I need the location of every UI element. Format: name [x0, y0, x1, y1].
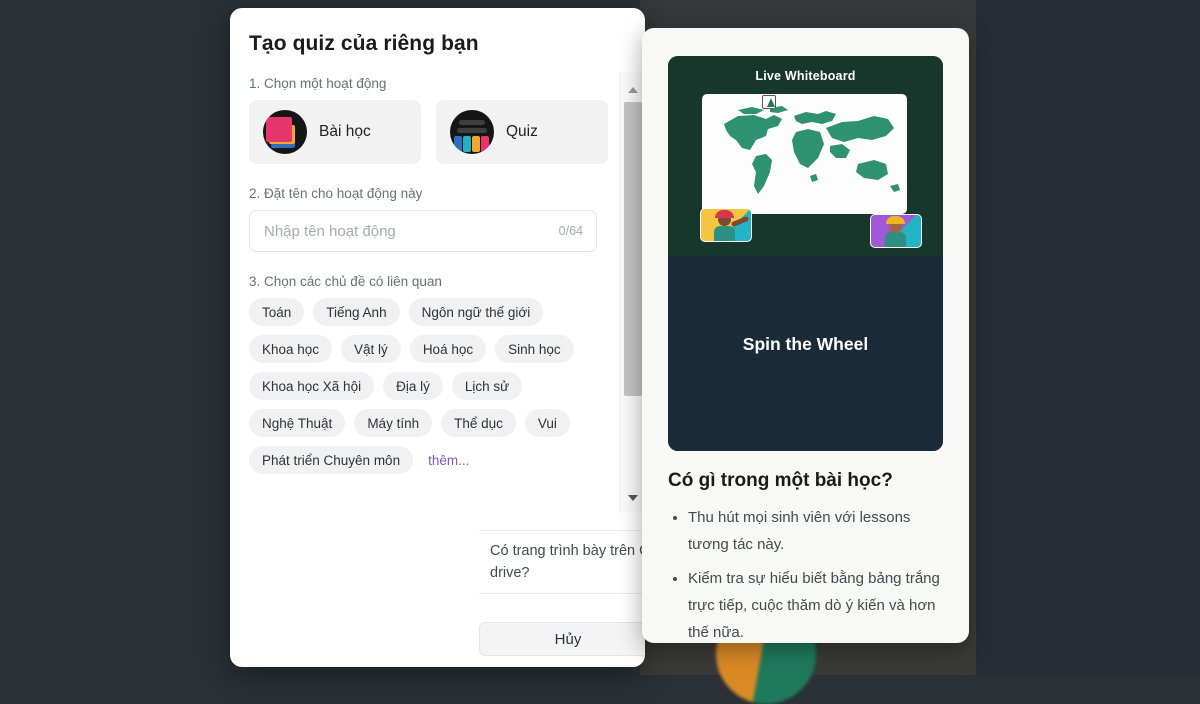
- topic-chip[interactable]: Máy tính: [354, 409, 433, 437]
- modal-footer: Hủy Tiếp: [479, 622, 645, 656]
- cancel-button[interactable]: Hủy: [479, 622, 645, 656]
- activity-options: Bài học Quiz: [249, 100, 645, 164]
- topic-chip[interactable]: Khoa học: [249, 335, 333, 363]
- preview-bottom-title: Spin the Wheel: [742, 334, 869, 354]
- activity-name-input[interactable]: Nhập tên hoạt động 0/64: [249, 210, 597, 252]
- activity-option-lesson-label: Bài học: [319, 123, 371, 140]
- topic-chip[interactable]: Vui: [524, 409, 570, 437]
- create-quiz-modal: Tạo quiz của riêng bạn 1. Chọn một hoạt …: [230, 8, 645, 667]
- step2-label: 2. Đặt tên cho hoạt động này: [249, 186, 423, 201]
- topic-chip[interactable]: Lịch sử: [451, 372, 523, 400]
- activity-option-quiz[interactable]: Quiz: [436, 100, 608, 164]
- google-drive-row: Có trang trình bày trên Google drive? Nh…: [479, 530, 645, 594]
- info-side-card: Live Whiteboard Spin the Wheel Có gì tro…: [642, 28, 969, 643]
- topic-chip[interactable]: Vật lý: [341, 335, 401, 363]
- list-item: Thu hút mọi sinh viên với lessons tương …: [688, 504, 942, 558]
- topic-chip[interactable]: Tiếng Anh: [313, 298, 400, 326]
- activity-option-quiz-label: Quiz: [506, 123, 538, 140]
- lesson-stack-icon: [263, 110, 307, 154]
- activity-name-placeholder: Nhập tên hoạt động: [264, 222, 396, 240]
- scrollbar-thumb[interactable]: [624, 102, 642, 396]
- activity-name-counter: 0/64: [558, 224, 583, 238]
- topic-chip[interactable]: Nghệ Thuật: [249, 409, 346, 437]
- topic-chip[interactable]: Toán: [249, 298, 305, 326]
- topic-chip[interactable]: Hoá học: [409, 335, 487, 363]
- topic-chip[interactable]: Thể dục: [441, 409, 516, 437]
- topic-chip-list: Toán Tiếng Anh Ngôn ngữ thế giới Khoa họ…: [249, 298, 609, 474]
- remote-cursor-indicator: [762, 95, 776, 109]
- side-panel-heading: Có gì trong một bài học?: [668, 470, 893, 491]
- topic-chip[interactable]: Khoa học Xã hội: [249, 372, 375, 400]
- google-drive-question: Có trang trình bày trên Google drive?: [490, 543, 645, 581]
- page-title: Tạo quiz của riêng bạn: [249, 32, 479, 55]
- world-map-icon: [724, 106, 900, 194]
- topic-chip[interactable]: Sinh học: [495, 335, 574, 363]
- step3-label: 3. Chọn các chủ đề có liên quan: [249, 274, 442, 289]
- participant-avatar-right: [870, 214, 922, 248]
- background-right-edge: [976, 0, 1200, 675]
- topic-show-more-link[interactable]: thêm...: [422, 446, 475, 474]
- list-item: Kiểm tra sự hiểu biết bằng bảng trắng tr…: [688, 565, 942, 643]
- participant-avatar-left: [700, 208, 752, 242]
- topic-chip[interactable]: Phát triển Chuyên môn: [249, 446, 414, 474]
- feature-preview-carousel[interactable]: Live Whiteboard Spin the Wheel: [668, 56, 943, 451]
- side-panel-bullet-list: Thu hút mọi sinh viên với lessons tương …: [670, 504, 942, 643]
- background-top-strip: [640, 0, 976, 26]
- topic-chip[interactable]: Địa lý: [383, 372, 443, 400]
- modal-body: 1. Chọn một hoạt động Bài học Quiz 2. Đặ…: [230, 76, 645, 474]
- quiz-tiles-icon: [450, 110, 494, 154]
- activity-option-lesson[interactable]: Bài học: [249, 100, 421, 164]
- preview-top-title: Live Whiteboard: [755, 69, 856, 83]
- topic-chip[interactable]: Ngôn ngữ thế giới: [408, 298, 544, 326]
- whiteboard-canvas: [702, 94, 907, 214]
- step1-label: 1. Chọn một hoạt động: [249, 76, 387, 91]
